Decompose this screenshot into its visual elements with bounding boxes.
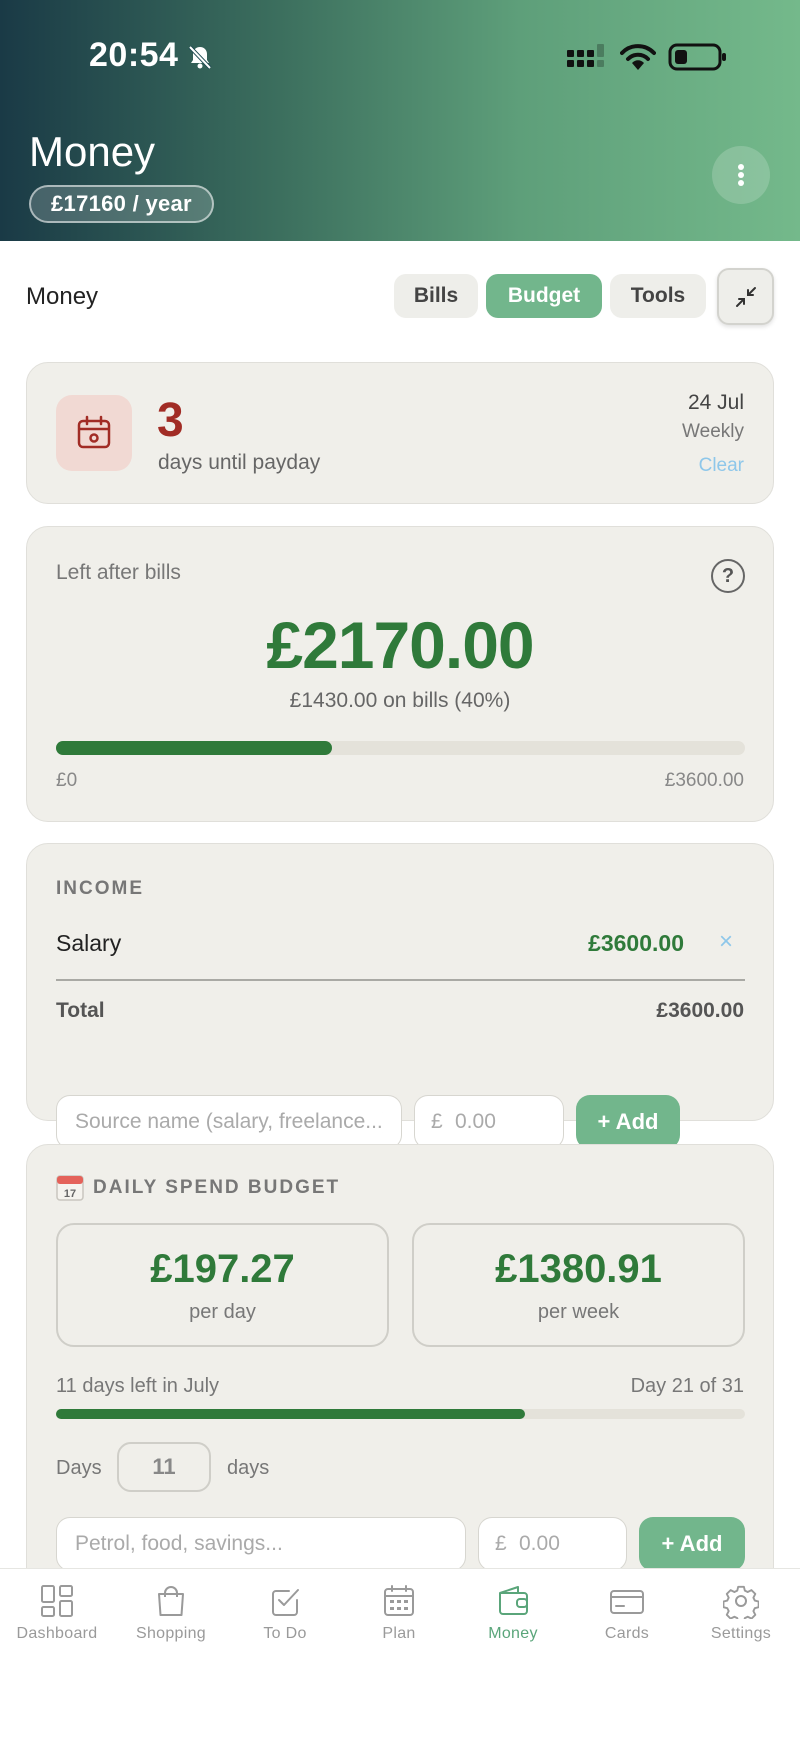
more-vertical-icon <box>738 164 744 186</box>
month-progress-fill <box>56 1409 525 1419</box>
income-divider <box>56 979 745 981</box>
daily-budget-card: 17 DAILY SPEND BUDGET £197.27 per day £1… <box>26 1144 774 1604</box>
nav-label: Shopping <box>135 1625 207 1642</box>
tab-bills[interactable]: Bills <box>394 274 478 318</box>
left-after-bills-card: Left after bills ? £2170.00 £1430.00 on … <box>26 526 774 822</box>
bills-summary: £1430.00 on bills (40%) <box>289 689 511 712</box>
nav-settings[interactable]: Settings <box>684 1583 798 1643</box>
remove-income-button[interactable]: × <box>719 928 733 956</box>
per-week-amount: £1380.91 <box>495 1247 662 1291</box>
payday-label: days until payday <box>158 451 321 474</box>
income-amount-field[interactable]: £ <box>414 1095 564 1149</box>
income-card: INCOME Salary £3600.00 × Total £3600.00 … <box>26 843 774 1149</box>
app-header: 20:54 Money £17160 / year <box>0 0 800 241</box>
signal-icon <box>567 44 604 67</box>
wallet-icon <box>499 1586 528 1615</box>
nav-cards[interactable]: Cards <box>570 1583 684 1643</box>
salary-badge[interactable]: £17160 / year <box>29 185 214 223</box>
currency-symbol: £ <box>495 1532 507 1555</box>
progress-min-label: £0 <box>56 770 78 791</box>
help-icon[interactable]: ? <box>711 559 745 593</box>
income-source-input[interactable] <box>56 1095 402 1149</box>
nav-dashboard[interactable]: Dashboard <box>0 1583 114 1643</box>
dashboard-icon <box>41 1585 73 1617</box>
payday-icon-box <box>56 395 132 471</box>
bills-progress-bar <box>56 741 745 755</box>
payday-card: 3 days until payday 24 Jul Weekly Clear <box>26 362 774 504</box>
bottom-nav: Dashboard Shopping To Do Plan Money Card… <box>0 1568 800 1738</box>
nav-plan[interactable]: Plan <box>342 1583 456 1643</box>
left-after-bills-label: Left after bills <box>56 561 181 584</box>
day-of-month-text: Day 21 of 31 <box>630 1375 744 1397</box>
tab-budget[interactable]: Budget <box>486 274 602 318</box>
tab-tools[interactable]: Tools <box>610 274 706 318</box>
gear-icon <box>723 1585 759 1619</box>
expense-amount-input[interactable] <box>519 1518 618 1570</box>
collapse-icon <box>736 287 756 307</box>
nav-label: Cards <box>604 1625 650 1642</box>
shopping-bag-icon <box>158 1586 184 1616</box>
month-progress-bar <box>56 1409 745 1419</box>
nav-label: Dashboard <box>16 1625 98 1642</box>
nav-label: To Do <box>263 1625 307 1642</box>
status-time: 20:54 <box>89 36 179 74</box>
income-total-label: Total <box>56 999 105 1022</box>
payday-days-count: 3 <box>157 394 184 447</box>
expense-name-input[interactable] <box>56 1517 466 1571</box>
collapse-button[interactable] <box>717 268 774 325</box>
checkbox-icon <box>272 1589 299 1616</box>
income-total-value: £3600.00 <box>656 999 744 1022</box>
currency-symbol: £ <box>431 1110 443 1133</box>
nav-todo[interactable]: To Do <box>228 1583 342 1643</box>
bell-muted-icon <box>188 45 212 70</box>
nav-label: Money <box>488 1625 538 1642</box>
days-unit: days <box>227 1457 270 1479</box>
more-options-button[interactable] <box>712 146 770 204</box>
income-heading: INCOME <box>56 878 144 899</box>
income-row-name: Salary <box>56 930 122 956</box>
per-week-label: per week <box>537 1301 620 1323</box>
nav-label: Plan <box>382 1625 416 1642</box>
payday-frequency: Weekly <box>682 421 744 442</box>
per-day-box: £197.27 per day <box>56 1223 389 1347</box>
add-income-button[interactable]: + Add <box>576 1095 680 1149</box>
bills-progress-fill <box>56 741 332 755</box>
payday-date: 24 Jul <box>687 391 744 414</box>
svg-text:17: 17 <box>64 1188 76 1200</box>
days-label: Days <box>56 1457 102 1479</box>
days-input[interactable] <box>117 1442 211 1492</box>
days-left-text: 11 days left in July <box>56 1375 220 1397</box>
section-title: Money <box>26 283 99 310</box>
calendar-icon <box>384 1585 414 1616</box>
calendar-icon <box>77 415 111 449</box>
expense-amount-field[interactable]: £ <box>478 1517 627 1571</box>
per-day-amount: £197.27 <box>150 1247 295 1291</box>
wifi-icon <box>620 44 656 70</box>
income-row-amount: £3600.00 <box>588 930 684 956</box>
income-amount-input[interactable] <box>455 1096 555 1148</box>
calendar-date-icon: 17 <box>56 1175 84 1201</box>
per-week-box: £1380.91 per week <box>412 1223 745 1347</box>
clear-payday-link[interactable]: Clear <box>699 455 744 477</box>
add-expense-button[interactable]: + Add <box>639 1517 745 1571</box>
progress-max-label: £3600.00 <box>664 770 744 791</box>
nav-shopping[interactable]: Shopping <box>114 1583 228 1643</box>
nav-money[interactable]: Money <box>456 1583 570 1643</box>
battery-icon <box>668 43 726 71</box>
left-after-bills-amount: £2170.00 <box>266 608 534 682</box>
card-icon <box>610 1590 644 1614</box>
per-day-label: per day <box>189 1301 256 1323</box>
page-title: Money <box>29 128 156 175</box>
nav-label: Settings <box>710 1625 772 1642</box>
daily-budget-heading: DAILY SPEND BUDGET <box>93 1177 341 1198</box>
